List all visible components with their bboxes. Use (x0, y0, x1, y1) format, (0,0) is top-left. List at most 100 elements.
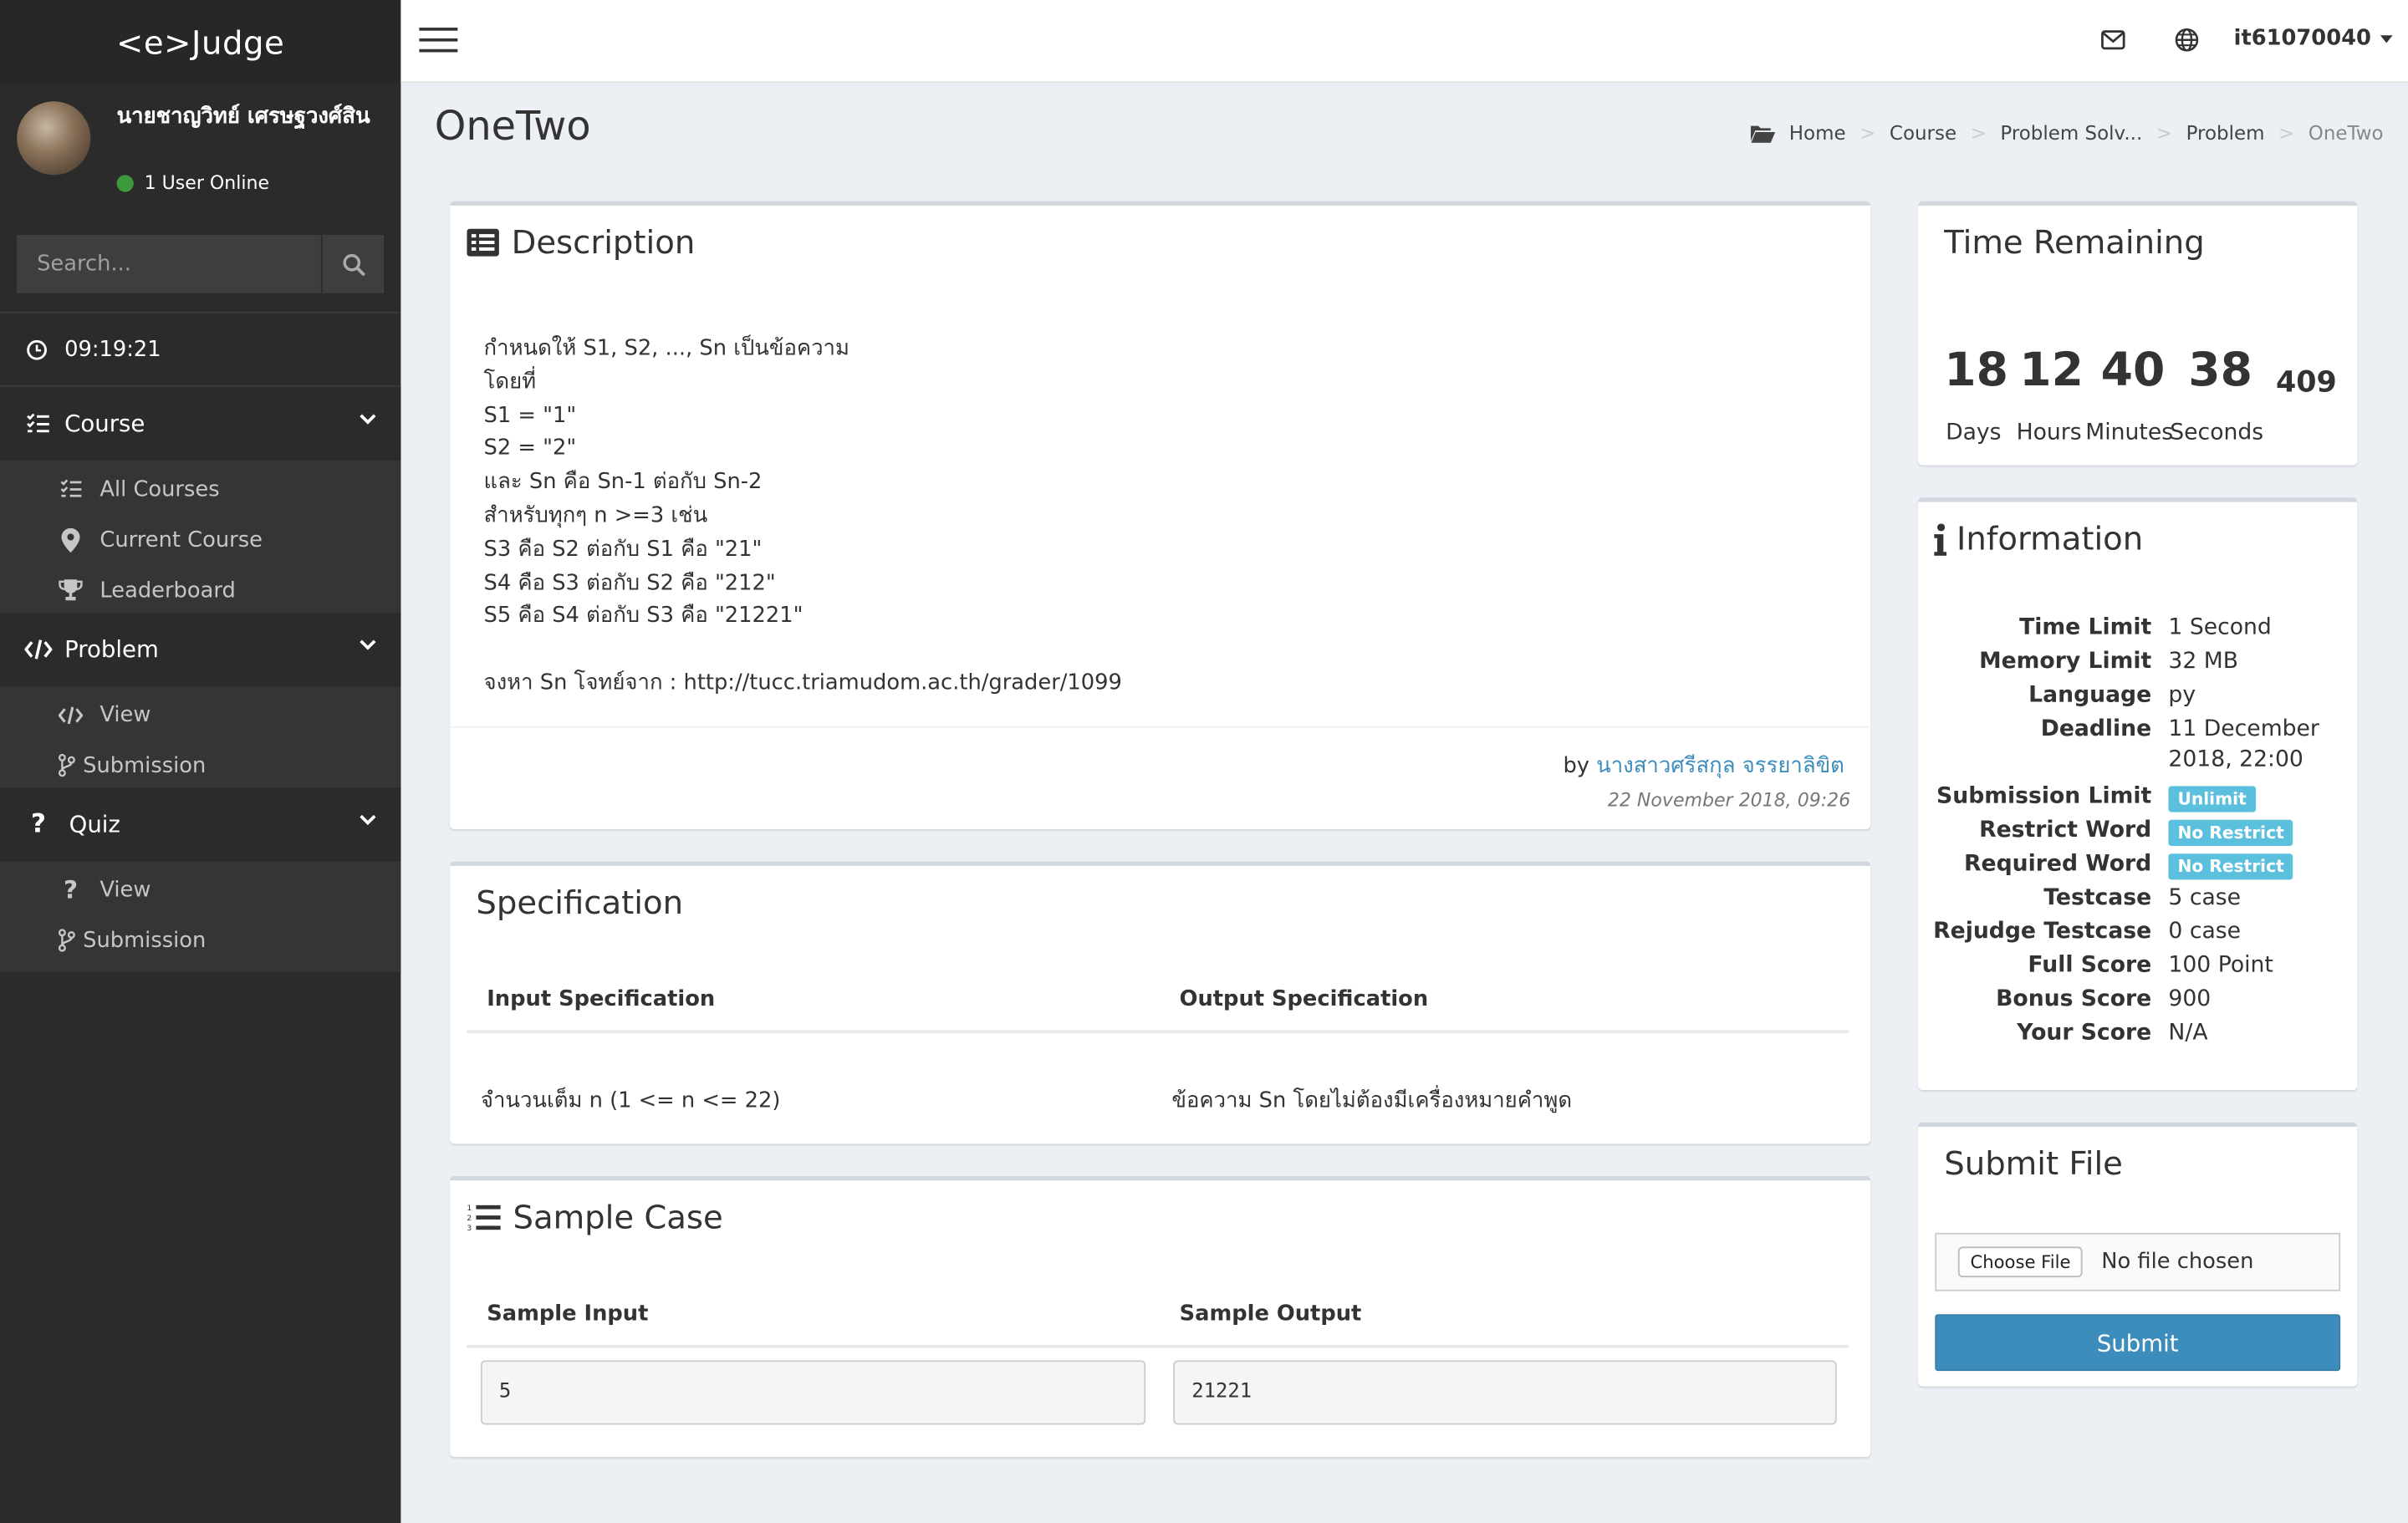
info-value: N/A (2168, 1021, 2207, 1045)
menu-quiz-label: Quiz (69, 810, 120, 838)
info-value-text: 32 MB (2168, 649, 2239, 675)
sidebar-item-leaderboard[interactable]: Leaderboard (0, 565, 400, 616)
menu-course-toggle[interactable]: Course (0, 386, 401, 461)
submit-file-title: Submit File (1944, 1145, 2123, 1183)
description-line: กำหนดให้ S1, S2, ..., Sn เป็นข้อความ (483, 336, 849, 361)
sidebar-item-problem-submission[interactable]: Submission (0, 740, 400, 791)
sidebar-item-current-course[interactable]: Current Course (0, 514, 400, 565)
submit-button[interactable]: Submit (1935, 1314, 2341, 1372)
user-status-text: 1 User Online (144, 171, 270, 194)
menu-course: Course All Courses Current Course Leader… (0, 386, 401, 622)
sample-input-header: Sample Input (487, 1301, 649, 1327)
info-value: 5 case (2168, 886, 2241, 910)
code-icon (24, 639, 53, 660)
info-key: Deadline (2040, 716, 2152, 742)
sidebar-item-label: All Courses (99, 476, 220, 502)
info-key: Memory Limit (1979, 649, 2152, 675)
table-divider (467, 1344, 1849, 1348)
output-spec-header: Output Specification (1179, 986, 1429, 1012)
info-key: Language (2028, 683, 2152, 708)
search-input[interactable] (17, 235, 321, 293)
question-icon: ? (30, 808, 46, 840)
user-name: นายชาญวิทย์ เศรษฐวงศ์สิน (116, 104, 370, 130)
by-label: by (1563, 753, 1589, 779)
description-line: สำหรับทุกๆ n >=3 เช่น (483, 503, 708, 528)
menu-problem-label: Problem (64, 635, 159, 664)
avatar (17, 101, 91, 176)
code-fork-icon (58, 929, 75, 952)
info-value: 900 (2168, 987, 2211, 1011)
description-text: กำหนดให้ S1, S2, ..., Sn เป็นข้อความ โดย… (484, 334, 1122, 701)
description-line: S2 = "2" (483, 436, 577, 461)
description-line: จงหา Sn โจทย์จาก : http://tucc.triamudom… (483, 670, 1122, 695)
file-input[interactable]: Choose File No file chosen (1935, 1232, 2341, 1291)
description-line: โดยที่ (483, 369, 537, 395)
sidebar-item-label: Submission (83, 928, 207, 953)
description-line: และ Sn คือ Sn-1 ต่อกับ Sn-2 (483, 470, 763, 495)
submenu-course: All Courses Current Course Leaderboard (0, 461, 401, 622)
menu-quiz-toggle[interactable]: ? Quiz (0, 787, 401, 862)
user-menu[interactable]: it61070040 (2233, 26, 2393, 51)
chevron-down-icon (360, 639, 376, 650)
timer-label-seconds: Seconds (2170, 420, 2264, 446)
description-footer: by นางสาวศรีสกุล จรรยาลิขิต 22 November … (450, 726, 1870, 833)
info-value-text: 5 case (2168, 885, 2242, 911)
sidebar-item-all-courses[interactable]: All Courses (0, 464, 400, 515)
description-title: Description (511, 224, 696, 262)
info-value-text: 100 Point (2168, 953, 2273, 978)
sidebar-toggle-icon[interactable] (419, 28, 458, 55)
sidebar-item-label: View (99, 702, 151, 727)
sidebar-item-problem-view[interactable]: View (0, 690, 400, 741)
sample-input-value: 5 (480, 1360, 1146, 1425)
breadcrumb-problem[interactable]: Problem (2186, 121, 2265, 145)
caret-down-icon (2380, 34, 2393, 43)
info-value: py (2168, 683, 2196, 707)
info-value-text: 2018, 22:00 (2168, 747, 2303, 772)
input-spec-value: จำนวนเต็ม n (1 <= n <= 22) (480, 1088, 781, 1113)
info-value-text: 900 (2168, 986, 2212, 1012)
posted-date: 22 November 2018, 09:26 (1607, 789, 1851, 811)
description-line: S4 คือ S3 ต่อกับ S2 คือ "212" (483, 570, 776, 595)
info-value-text: N/A (2168, 1021, 2208, 1046)
info-value: 100 Point (2168, 954, 2273, 978)
menu-course-label: Course (64, 410, 145, 438)
app-logo[interactable]: <e>Judge (0, 0, 401, 84)
username: it61070040 (2233, 26, 2371, 51)
sample-case-box: 123 Sample Case Sample Input Sample Outp… (450, 1175, 1871, 1458)
specification-box: Specification Input Specification Output… (450, 861, 1871, 1144)
choose-file-button[interactable]: Choose File (1957, 1246, 2084, 1278)
specification-title: Specification (476, 884, 684, 922)
time-remaining-title: Time Remaining (1944, 224, 2205, 262)
info-key: Restrict Word (1979, 818, 2152, 843)
info-value-text: 1 Second (2168, 615, 2272, 640)
info-badge: No Restrict (2168, 853, 2293, 880)
author-link[interactable]: นางสาวศรีสกุล จรรยาลิขิต (1596, 754, 1844, 778)
time-remaining-box: Time Remaining 18 12 40 38 409 Days Hour… (1918, 201, 2358, 466)
clock-icon (27, 339, 47, 359)
sidebar-item-quiz-submission[interactable]: Submission (0, 915, 400, 966)
user-panel: นายชาญวิทย์ เศรษฐวงศ์สิน 1 User Online (0, 83, 400, 218)
description-line: S5 คือ S4 ต่อกับ S3 คือ "21221" (483, 604, 804, 629)
info-badge: No Restrict (2168, 819, 2293, 847)
info-key: Testcase (2043, 885, 2152, 911)
menu-problem-toggle[interactable]: Problem (0, 612, 401, 687)
info-key: Submission Limit (1936, 784, 2152, 809)
breadcrumb-course-name[interactable]: Problem Solv... (2000, 121, 2142, 145)
info-value: Unlimit (2168, 786, 2256, 812)
breadcrumb-course[interactable]: Course (1890, 121, 1956, 145)
messages-button[interactable] (2101, 28, 2125, 57)
breadcrumb-home[interactable]: Home (1789, 121, 1846, 145)
search-button[interactable] (320, 235, 385, 293)
sample-case-title: Sample Case (513, 1199, 723, 1236)
sidebar-item-label: View (99, 877, 151, 903)
user-status: 1 User Online (116, 171, 270, 194)
author-line: by นางสาวศรีสกุล จรรยาลิขิต (1563, 749, 1844, 782)
breadcrumb-current: OneTwo (2308, 121, 2384, 145)
language-button[interactable] (2175, 28, 2199, 59)
timer-seconds: 38 (2188, 344, 2252, 398)
sidebar-item-label: Current Course (99, 527, 263, 553)
clock: 09:19:21 (0, 313, 400, 385)
info-value: No Restrict (2168, 853, 2293, 880)
sidebar-item-quiz-view[interactable]: ? View (0, 864, 400, 915)
sidebar-search (17, 235, 385, 293)
